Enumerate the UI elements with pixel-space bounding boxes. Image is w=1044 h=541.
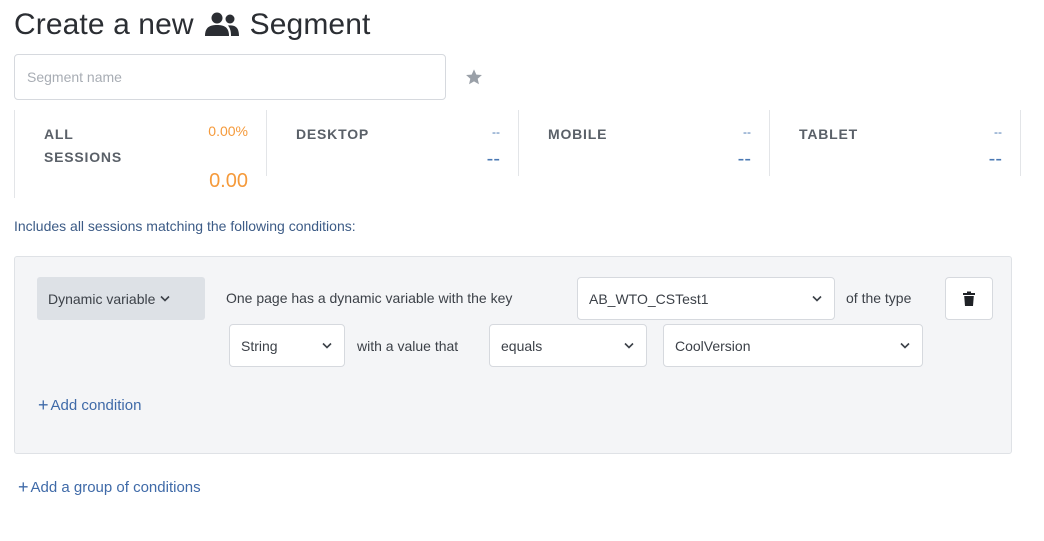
stat-percent: -- xyxy=(492,125,500,139)
stat-value: -- xyxy=(737,148,751,170)
stat-percent: -- xyxy=(743,125,751,139)
condition-group: Dynamic variable One page has a dynamic … xyxy=(14,256,1012,454)
title-suffix: Segment xyxy=(249,8,371,41)
stat-label: TABLET xyxy=(799,126,858,142)
condition-type-dropdown[interactable]: Dynamic variable xyxy=(37,277,205,320)
stat-label-line1: ALL xyxy=(44,126,74,142)
chevron-down-icon xyxy=(900,342,910,349)
operator-select[interactable]: equals xyxy=(489,324,647,367)
add-group-link[interactable]: + Add a group of conditions xyxy=(18,476,201,497)
stat-percent: 0.00% xyxy=(208,123,248,139)
chevron-down-icon xyxy=(812,295,822,302)
key-select[interactable]: AB_WTO_CSTest1 xyxy=(577,277,835,320)
type-select-value: String xyxy=(241,337,278,354)
delete-condition-button[interactable] xyxy=(945,277,993,320)
plus-icon: + xyxy=(18,477,29,497)
of-type-text: of the type xyxy=(846,290,912,306)
chevron-down-icon xyxy=(624,342,634,349)
value-select[interactable]: CoolVersion xyxy=(663,324,923,367)
stat-value: -- xyxy=(988,148,1002,170)
stat-label: MOBILE xyxy=(548,126,608,142)
add-condition-link[interactable]: + Add condition xyxy=(38,394,141,415)
stat-tablet: TABLET -- -- xyxy=(769,110,1021,176)
stat-label: DESKTOP xyxy=(296,126,370,142)
title-prefix: Create a new xyxy=(14,8,194,41)
add-group-label: Add a group of conditions xyxy=(30,479,201,496)
stat-desktop: DESKTOP -- -- xyxy=(266,110,518,176)
star-icon[interactable] xyxy=(465,68,483,86)
with-value-text: with a value that xyxy=(357,338,459,354)
add-condition-label: Add condition xyxy=(50,397,142,414)
page-title: Create a new Segment xyxy=(14,8,370,42)
includes-text: Includes all sessions matching the follo… xyxy=(14,218,356,234)
stat-all-sessions: ALL SESSIONS 0.00% 0.00 xyxy=(14,110,266,198)
trash-icon xyxy=(963,291,975,306)
type-select[interactable]: String xyxy=(229,324,345,367)
people-icon xyxy=(204,12,239,36)
value-select-value: CoolVersion xyxy=(675,337,751,354)
stat-percent: -- xyxy=(994,125,1002,139)
condition-key-text: One page has a dynamic variable with the… xyxy=(226,290,513,306)
key-select-value: AB_WTO_CSTest1 xyxy=(589,290,709,307)
stat-mobile: MOBILE -- -- xyxy=(518,110,769,176)
chevron-down-icon xyxy=(322,342,332,349)
segment-name-input[interactable] xyxy=(14,54,446,100)
segment-editor: Create a new Segment ALL SESSIONS 0.00% … xyxy=(0,0,1044,541)
operator-select-value: equals xyxy=(501,337,543,354)
stat-value: 0.00 xyxy=(209,170,248,192)
device-stats: ALL SESSIONS 0.00% 0.00 DESKTOP -- -- MO… xyxy=(14,110,1024,200)
stat-label: ALL SESSIONS xyxy=(44,123,122,169)
stat-value: -- xyxy=(486,148,500,170)
condition-type-label: Dynamic variable xyxy=(48,290,156,307)
chevron-down-icon xyxy=(160,295,170,302)
plus-icon: + xyxy=(38,395,49,415)
stat-label-line2: SESSIONS xyxy=(44,149,122,165)
